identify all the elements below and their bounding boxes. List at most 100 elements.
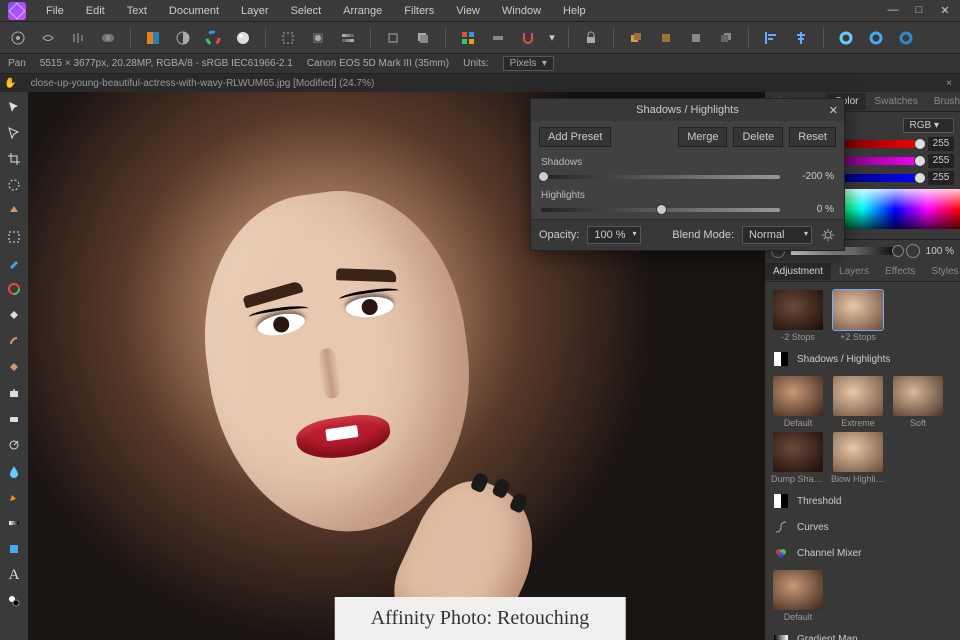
add-preset-button[interactable]: Add Preset bbox=[539, 127, 611, 147]
menu-view[interactable]: View bbox=[446, 2, 490, 20]
tab-close-icon[interactable]: × bbox=[946, 78, 952, 89]
stack-icon[interactable] bbox=[411, 26, 435, 50]
reset-button[interactable]: Reset bbox=[789, 127, 836, 147]
move-tool-icon[interactable] bbox=[3, 96, 25, 118]
persona-photo-icon[interactable] bbox=[6, 26, 30, 50]
menu-arrange[interactable]: Arrange bbox=[333, 2, 392, 20]
arrange-forward-icon[interactable] bbox=[654, 26, 678, 50]
flood-select-icon[interactable] bbox=[3, 200, 25, 222]
refine-icon[interactable] bbox=[336, 26, 360, 50]
tab-styles[interactable]: Styles bbox=[923, 263, 960, 280]
adjustment-shadows-highlights[interactable]: Shadows / Highlights bbox=[771, 346, 954, 372]
contrast-icon[interactable] bbox=[171, 26, 195, 50]
snap-dropdown-icon[interactable]: ▾ bbox=[546, 26, 558, 50]
shape-tool-icon[interactable] bbox=[3, 538, 25, 560]
blur-tool-icon[interactable] bbox=[3, 460, 25, 482]
units-select[interactable]: Pixels ▾ bbox=[503, 56, 554, 71]
crop-mode-icon[interactable] bbox=[381, 26, 405, 50]
adjustment-gradient-map[interactable]: Gradient Map bbox=[771, 626, 954, 640]
smudge-tool-icon[interactable] bbox=[3, 330, 25, 352]
gradient-tool-icon[interactable] bbox=[3, 512, 25, 534]
crop-tool-icon[interactable] bbox=[3, 148, 25, 170]
arrange-backward-icon[interactable] bbox=[684, 26, 708, 50]
panel-close-icon[interactable]: ✕ bbox=[829, 104, 838, 117]
blend-mode-select[interactable]: Normal bbox=[742, 226, 812, 244]
snap-toggle-icon[interactable] bbox=[486, 26, 510, 50]
selection-brush-icon[interactable] bbox=[3, 174, 25, 196]
preset-minus2stops[interactable]: -2 Stops bbox=[771, 290, 825, 342]
highlights-slider[interactable] bbox=[541, 208, 780, 212]
arrange-front-icon[interactable] bbox=[624, 26, 648, 50]
maximize-icon[interactable]: □ bbox=[912, 4, 926, 17]
menu-select[interactable]: Select bbox=[281, 2, 332, 20]
persona-tone-icon[interactable] bbox=[96, 26, 120, 50]
arrange-back-icon[interactable] bbox=[714, 26, 738, 50]
marquee-tool-icon[interactable] bbox=[3, 226, 25, 248]
align-center-icon[interactable] bbox=[789, 26, 813, 50]
menu-edit[interactable]: Edit bbox=[76, 2, 115, 20]
adjustment-threshold[interactable]: Threshold bbox=[771, 488, 954, 514]
erase-tool-icon[interactable] bbox=[3, 408, 25, 430]
minimize-icon[interactable]: — bbox=[886, 4, 900, 17]
menu-text[interactable]: Text bbox=[117, 2, 157, 20]
align-left-icon[interactable] bbox=[759, 26, 783, 50]
close-icon[interactable]: ✕ bbox=[938, 4, 952, 17]
lock-icon[interactable] bbox=[579, 26, 603, 50]
delete-button[interactable]: Delete bbox=[733, 127, 783, 147]
green-value[interactable]: 255 bbox=[928, 154, 954, 168]
quick-mask-icon[interactable] bbox=[306, 26, 330, 50]
preset-soft[interactable]: Soft bbox=[891, 376, 945, 428]
gear-icon[interactable] bbox=[820, 227, 836, 243]
preset-dump-shadows[interactable]: Dump Shadows bbox=[771, 432, 825, 484]
tab-adjustment[interactable]: Adjustment bbox=[765, 263, 831, 280]
menu-document[interactable]: Document bbox=[159, 2, 229, 20]
tab-swatches[interactable]: Swatches bbox=[866, 93, 925, 110]
healing-brush-icon[interactable] bbox=[3, 356, 25, 378]
tab-effects[interactable]: Effects bbox=[877, 263, 923, 280]
preset-blow-highlights[interactable]: Blow Highlights bbox=[831, 432, 885, 484]
marquee-icon[interactable] bbox=[276, 26, 300, 50]
hand-tool-icon[interactable]: ✋ bbox=[4, 78, 16, 89]
tab-layers[interactable]: Layers bbox=[831, 263, 877, 280]
magnet-icon[interactable] bbox=[516, 26, 540, 50]
persona-develop-icon[interactable] bbox=[66, 26, 90, 50]
shadows-slider[interactable] bbox=[541, 175, 780, 179]
persona-liquify-icon[interactable] bbox=[36, 26, 60, 50]
preset-extreme[interactable]: Extreme bbox=[831, 376, 885, 428]
dodge-tool-icon[interactable] bbox=[3, 434, 25, 456]
color-wheel-icon[interactable] bbox=[201, 26, 225, 50]
merge-button[interactable]: Merge bbox=[678, 127, 727, 147]
donut2-icon[interactable] bbox=[864, 26, 888, 50]
donut1-icon[interactable] bbox=[834, 26, 858, 50]
fill-tool-icon[interactable] bbox=[3, 304, 25, 326]
menu-help[interactable]: Help bbox=[553, 2, 596, 20]
pen-tool-icon[interactable] bbox=[3, 486, 25, 508]
adjustment-channel-mixer[interactable]: Channel Mixer bbox=[771, 540, 954, 566]
red-value[interactable]: 255 bbox=[928, 137, 954, 151]
clone-tool-icon[interactable] bbox=[3, 382, 25, 404]
preset-default[interactable]: Default bbox=[771, 376, 825, 428]
panel-tabs-bottom: Adjustment Layers Effects Styles Stock bbox=[765, 262, 960, 282]
document-tab[interactable]: close-up-young-beautiful-actress-with-wa… bbox=[22, 76, 382, 91]
menu-filters[interactable]: Filters bbox=[394, 2, 444, 20]
grid-toggle-icon[interactable] bbox=[456, 26, 480, 50]
adjustment-curves[interactable]: Curves bbox=[771, 514, 954, 540]
panel-titlebar[interactable]: Shadows / Highlights ✕ bbox=[531, 99, 844, 121]
opacity-select[interactable]: 100 % bbox=[587, 226, 640, 244]
color-mode-select[interactable]: RGB ▾ bbox=[903, 118, 954, 133]
tab-brushes[interactable]: Brushes bbox=[926, 93, 960, 110]
sphere-icon[interactable] bbox=[231, 26, 255, 50]
preset-plus2stops[interactable]: +2 Stops bbox=[831, 290, 885, 342]
donut3-icon[interactable] bbox=[894, 26, 918, 50]
blue-value[interactable]: 255 bbox=[928, 171, 954, 185]
color-replace-icon[interactable] bbox=[3, 278, 25, 300]
menu-file[interactable]: File bbox=[36, 2, 74, 20]
preset-gm-default[interactable]: Default bbox=[771, 570, 825, 622]
menu-layer[interactable]: Layer bbox=[231, 2, 279, 20]
color-picker-icon[interactable] bbox=[3, 590, 25, 612]
text-tool-icon[interactable]: A bbox=[3, 564, 25, 586]
swatch-split-icon[interactable] bbox=[141, 26, 165, 50]
menu-window[interactable]: Window bbox=[492, 2, 551, 20]
node-tool-icon[interactable] bbox=[3, 122, 25, 144]
paint-brush-icon[interactable] bbox=[3, 252, 25, 274]
